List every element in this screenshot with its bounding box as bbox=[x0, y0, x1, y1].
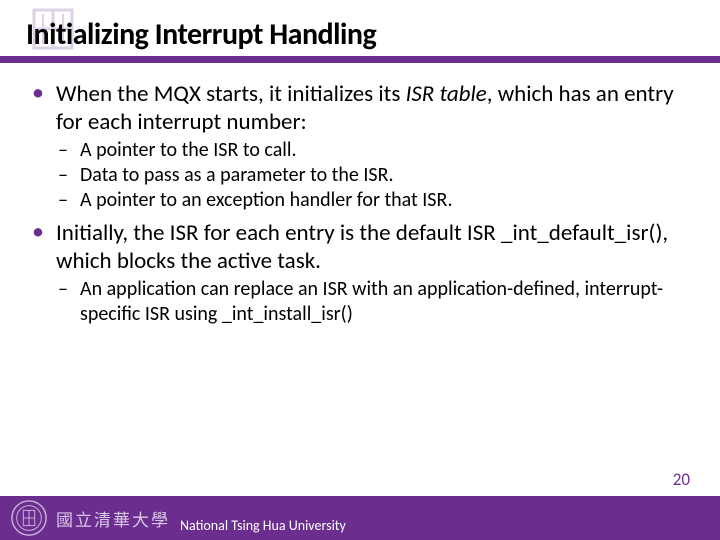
sub-bullet-item: A pointer to the ISR to call. bbox=[56, 138, 696, 163]
footer-university-cn: 國立清華大學 bbox=[56, 506, 170, 531]
slide: Initializing Interrupt Handling When the… bbox=[0, 0, 720, 540]
title-underline bbox=[0, 56, 720, 63]
bullet-list: When the MQX starts, it initializes its … bbox=[28, 80, 696, 327]
slide-content: When the MQX starts, it initializes its … bbox=[28, 80, 696, 333]
sub-bullet-item: An application can replace an ISR with a… bbox=[56, 277, 696, 327]
bullet-text-italic: ISR table bbox=[406, 80, 487, 108]
bullet-text: Initially, the ISR for each entry is the… bbox=[56, 219, 668, 275]
sub-bullet-item: A pointer to an exception handler for th… bbox=[56, 188, 696, 213]
sub-bullet-list: An application can replace an ISR with a… bbox=[56, 277, 696, 327]
page-number: 20 bbox=[673, 469, 690, 490]
footer-university-en: National Tsing Hua University bbox=[180, 517, 346, 540]
bullet-item: When the MQX starts, it initializes its … bbox=[28, 80, 696, 213]
sub-bullet-item: Data to pass as a parameter to the ISR. bbox=[56, 163, 696, 188]
bullet-text-part: When the MQX starts, it initializes its bbox=[56, 80, 406, 108]
slide-title: Initializing Interrupt Handling bbox=[26, 16, 376, 53]
university-seal-icon bbox=[10, 499, 48, 537]
bullet-item: Initially, the ISR for each entry is the… bbox=[28, 219, 696, 327]
footer-bar: 國立清華大學 National Tsing Hua University bbox=[0, 496, 720, 540]
sub-bullet-list: A pointer to the ISR to call. Data to pa… bbox=[56, 138, 696, 213]
